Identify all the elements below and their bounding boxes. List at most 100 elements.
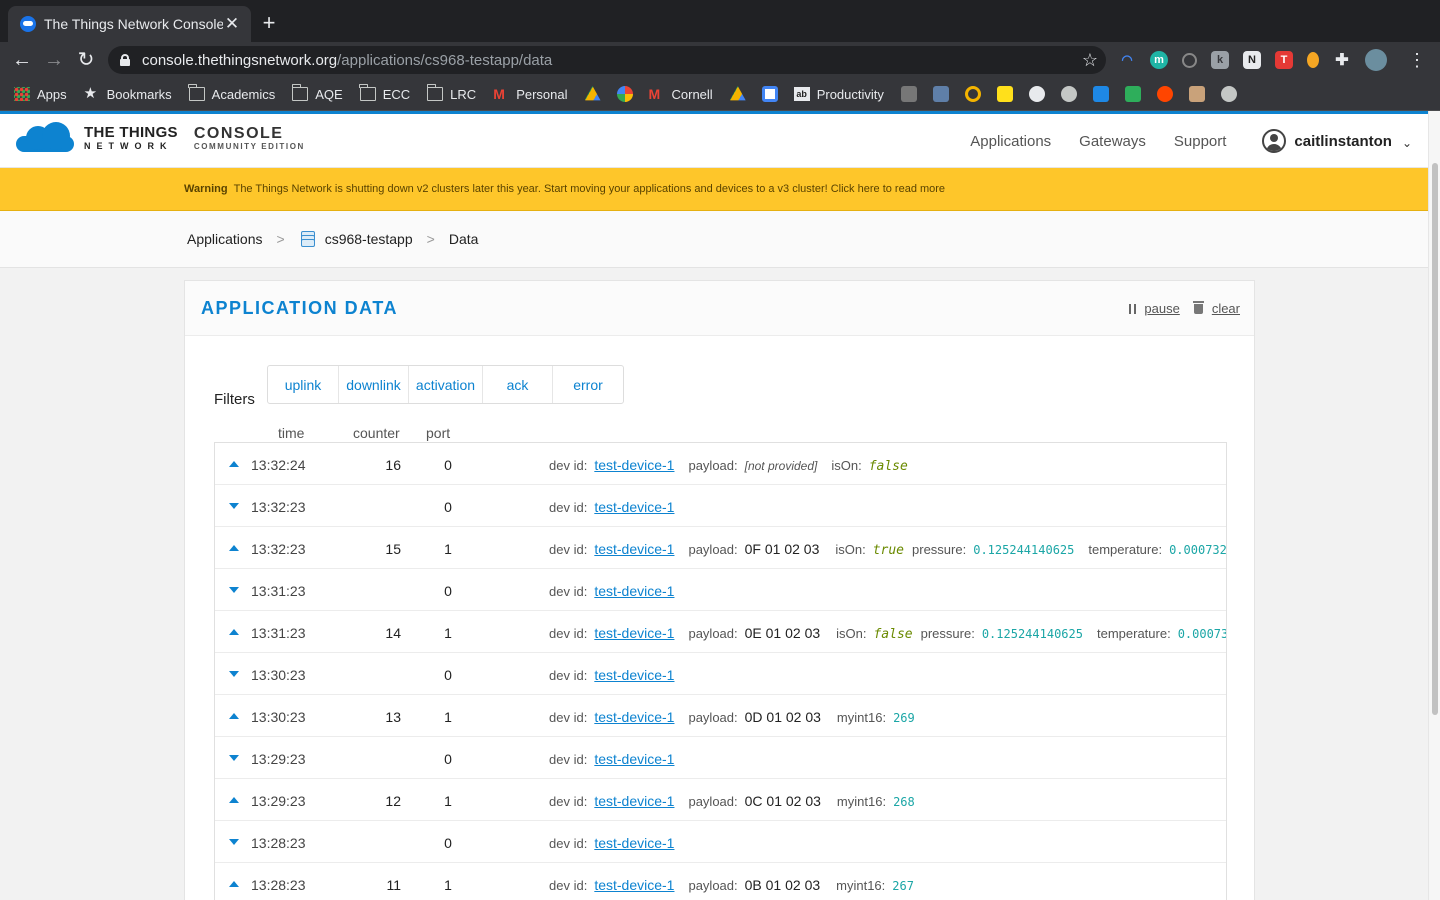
payload-label: payload: — [688, 878, 738, 893]
food-icon[interactable] — [1188, 86, 1205, 102]
bookmark-apps[interactable]: Apps — [14, 87, 67, 102]
bookmark-star-icon[interactable]: ☆ — [1082, 50, 1098, 71]
bookmark-folder-ecc[interactable]: ECC — [359, 84, 410, 102]
dev-id-link[interactable]: test-device-1 — [594, 457, 674, 473]
logo-sub-text: NETWORK — [84, 141, 173, 151]
filter-activation[interactable]: activation — [409, 366, 483, 403]
new-tab-icon[interactable]: + — [258, 12, 280, 34]
panel-title: APPLICATION DATA — [201, 297, 398, 318]
nav-applications[interactable]: Applications — [970, 133, 1051, 150]
dev-id-label: dev id: — [549, 836, 588, 851]
green-leaf-icon[interactable] — [1124, 86, 1141, 102]
filter-downlink[interactable]: downlink — [339, 366, 409, 403]
dev-id-link[interactable]: test-device-1 — [594, 877, 674, 893]
orange-extension-icon[interactable] — [1307, 52, 1319, 68]
bookmark-personal[interactable]: M Personal — [493, 87, 567, 102]
dev-id-link[interactable]: test-device-1 — [594, 499, 674, 515]
message-row[interactable]: 13:28:23 11 1 dev id: test-device-1 payload: 0… — [215, 863, 1226, 900]
bookmark-folder-lrc[interactable]: LRC — [426, 84, 476, 102]
k-extension-icon[interactable]: k — [1211, 51, 1229, 69]
red-extension-icon[interactable]: T — [1275, 51, 1293, 69]
message-row[interactable]: 13:32:24 16 0 dev id: test-device-1 payload: [… — [215, 443, 1226, 485]
rainbow-extension-icon[interactable]: ◠ — [1118, 51, 1136, 69]
message-row[interactable]: 13:30:23 0 dev id: test-device-1 — [215, 653, 1226, 695]
message-row[interactable]: 13:31:23 0 dev id: test-device-1 — [215, 569, 1226, 611]
warning-banner[interactable]: Warning The Things Network is shutting d… — [0, 168, 1428, 211]
google-drive-icon[interactable] — [584, 86, 601, 101]
filter-error[interactable]: error — [553, 366, 623, 403]
column-header-time: time — [278, 425, 305, 441]
github-icon[interactable] — [1028, 86, 1045, 102]
user-menu[interactable]: caitlinstanton ⌄ — [1262, 129, 1412, 153]
dev-id-link[interactable]: test-device-1 — [594, 583, 674, 599]
dev-id-link[interactable]: test-device-1 — [594, 709, 674, 725]
panel-actions: pause clear — [1129, 300, 1240, 316]
mailchimp-icon[interactable] — [996, 86, 1013, 102]
google-photos-icon[interactable] — [616, 86, 633, 102]
box-icon[interactable] — [900, 86, 917, 102]
w-circle-icon[interactable] — [964, 86, 981, 102]
dev-id-link[interactable]: test-device-1 — [594, 835, 674, 851]
m-extension-icon[interactable]: m — [1150, 51, 1168, 69]
clear-button[interactable]: clear — [1212, 301, 1240, 316]
uplink-arrow-icon — [229, 797, 239, 803]
code-icon[interactable] — [1092, 86, 1109, 102]
breadcrumb-app[interactable]: cs968-testapp — [325, 231, 413, 247]
message-row[interactable]: 13:31:23 14 1 dev id: test-device-1 payload: 0… — [215, 611, 1226, 653]
scrollbar-thumb[interactable] — [1432, 163, 1438, 715]
address-bar[interactable]: console.thethingsnetwork.org/application… — [108, 46, 1106, 74]
dev-id-link[interactable]: test-device-1 — [594, 541, 674, 557]
message-row[interactable]: 13:32:23 15 1 dev id: test-device-1 payload: 0… — [215, 527, 1226, 569]
bookmark-folder-aqe[interactable]: AQE — [291, 84, 343, 102]
back-arrow-icon[interactable]: ← — [10, 48, 34, 72]
page-scrollbar[interactable] — [1428, 111, 1440, 900]
breadcrumb-data: Data — [448, 231, 479, 247]
ttn-logo[interactable]: THE THINGS NETWORK CONSOLE COMMUNITY EDI… — [16, 122, 305, 154]
dev-id-link[interactable]: test-device-1 — [594, 625, 674, 641]
breadcrumb-applications[interactable]: Applications — [187, 231, 263, 247]
pause-button[interactable]: pause — [1144, 301, 1179, 316]
close-tab-icon[interactable]: ✕ — [223, 14, 241, 34]
bookmark-folder-academics[interactable]: Academics — [188, 84, 275, 102]
dev-id-label: dev id: — [549, 584, 588, 599]
globe-icon[interactable] — [1060, 86, 1077, 102]
downlink-arrow-icon — [229, 755, 239, 761]
message-row[interactable]: 13:29:23 0 dev id: test-device-1 — [215, 737, 1226, 779]
filter-uplink[interactable]: uplink — [268, 366, 339, 403]
globe-icon[interactable] — [1220, 86, 1237, 102]
store-icon[interactable] — [932, 86, 949, 102]
downlink-arrow-icon — [229, 503, 239, 509]
dev-id-link[interactable]: test-device-1 — [594, 751, 674, 767]
message-time: 13:32:23 — [251, 499, 306, 515]
google-drive-icon[interactable] — [729, 86, 746, 101]
filter-ack[interactable]: ack — [483, 366, 553, 403]
bookmark-bookmarks[interactable]: ★ Bookmarks — [84, 86, 172, 102]
dev-id-link[interactable]: test-device-1 — [594, 667, 674, 683]
bookmark-productivity[interactable]: ab Productivity — [793, 87, 884, 102]
reload-icon[interactable]: ↻ — [74, 48, 98, 72]
bookmark-cornell[interactable]: M Cornell — [649, 87, 713, 102]
forward-arrow-icon[interactable]: → — [42, 48, 66, 72]
message-row[interactable]: 13:29:23 12 1 dev id: test-device-1 payload: 0… — [215, 779, 1226, 821]
google-calendar-icon[interactable] — [761, 86, 778, 102]
profile-avatar-icon[interactable] — [1365, 49, 1387, 71]
notion-extension-icon[interactable]: N — [1243, 51, 1261, 69]
nav-support[interactable]: Support — [1174, 133, 1227, 150]
message-row[interactable]: 13:30:23 13 1 dev id: test-device-1 payload: 0… — [215, 695, 1226, 737]
message-time: 13:32:24 — [251, 457, 306, 473]
message-fields: dev id: test-device-1 — [549, 751, 688, 767]
uplink-arrow-icon — [229, 881, 239, 887]
message-row[interactable]: 13:32:23 0 dev id: test-device-1 — [215, 485, 1226, 527]
reddit-icon[interactable] — [1156, 86, 1173, 102]
puzzle-extensions-icon[interactable]: ✚ — [1333, 51, 1351, 69]
message-time: 13:31:23 — [251, 625, 306, 641]
nav-gateways[interactable]: Gateways — [1079, 133, 1146, 150]
downlink-arrow-icon — [229, 587, 239, 593]
browser-tab[interactable]: The Things Network Console ✕ — [8, 6, 251, 42]
field-value: 0.0007324 — [1169, 543, 1227, 557]
dev-id-link[interactable]: test-device-1 — [594, 793, 674, 809]
field-value: 268 — [893, 795, 915, 809]
blocked-extension-icon[interactable] — [1182, 52, 1197, 68]
message-row[interactable]: 13:28:23 0 dev id: test-device-1 — [215, 821, 1226, 863]
browser-menu-icon[interactable]: ⋮ — [1408, 48, 1426, 72]
